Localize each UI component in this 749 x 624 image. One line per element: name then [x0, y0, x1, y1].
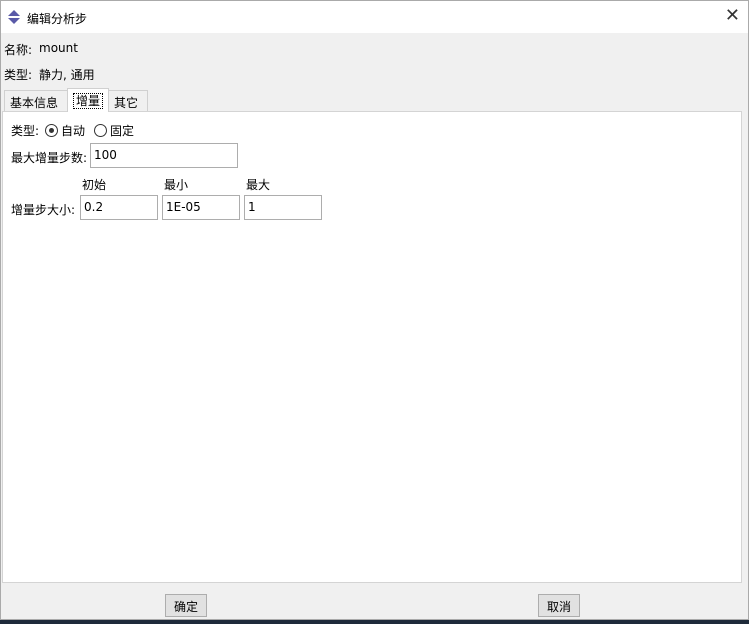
title-bar[interactable]: 编辑分析步 ✕ — [1, 1, 748, 33]
type-label: 类型: — [4, 68, 33, 82]
col-header-minimum: 最小 — [164, 178, 189, 192]
tab-label: 基本信息 — [10, 96, 59, 110]
max-increment-input[interactable]: 1 — [244, 195, 322, 220]
radio-label: 固定 — [110, 124, 135, 138]
initial-increment-input[interactable]: 0.2 — [80, 195, 158, 220]
increment-type-label: 类型: — [11, 124, 40, 138]
min-increment-input[interactable]: 1E-05 — [162, 195, 240, 220]
increment-size-label: 增量步大小: — [11, 203, 76, 217]
window-title: 编辑分析步 — [27, 12, 88, 26]
max-steps-input[interactable]: 100 — [90, 143, 238, 168]
tab-increment[interactable]: 增量 — [67, 88, 109, 112]
col-header-maximum: 最大 — [246, 178, 271, 192]
tab-label: 其它 — [114, 96, 139, 110]
type-value: 静力, 通用 — [39, 68, 95, 82]
radio-selected-icon — [45, 124, 58, 137]
name-value: mount — [39, 41, 78, 55]
tab-basic-info[interactable]: 基本信息 — [4, 90, 68, 111]
max-steps-label: 最大增量步数: — [11, 151, 88, 165]
ok-button[interactable]: 确定 — [165, 594, 208, 617]
radio-fixed[interactable]: 固定 — [94, 122, 134, 139]
radio-auto[interactable]: 自动 — [45, 122, 85, 139]
radio-label: 自动 — [61, 124, 86, 138]
increment-panel: 类型: 自动 固定 最大增量步数: 100 初始 最小 最大 增量步大小: 0.… — [2, 111, 742, 583]
tab-label: 增量 — [73, 93, 104, 109]
radio-unselected-icon — [94, 124, 107, 137]
name-label: 名称: — [4, 43, 33, 57]
close-icon[interactable]: ✕ — [725, 7, 740, 25]
tab-other[interactable]: 其它 — [108, 90, 148, 111]
cancel-button[interactable]: 取消 — [538, 594, 581, 617]
col-header-initial: 初始 — [82, 178, 107, 192]
edit-step-dialog: 编辑分析步 ✕ 名称: mount 类型: 静力, 通用 基本信息 增量 其它 … — [0, 0, 749, 620]
step-app-icon — [8, 10, 20, 24]
